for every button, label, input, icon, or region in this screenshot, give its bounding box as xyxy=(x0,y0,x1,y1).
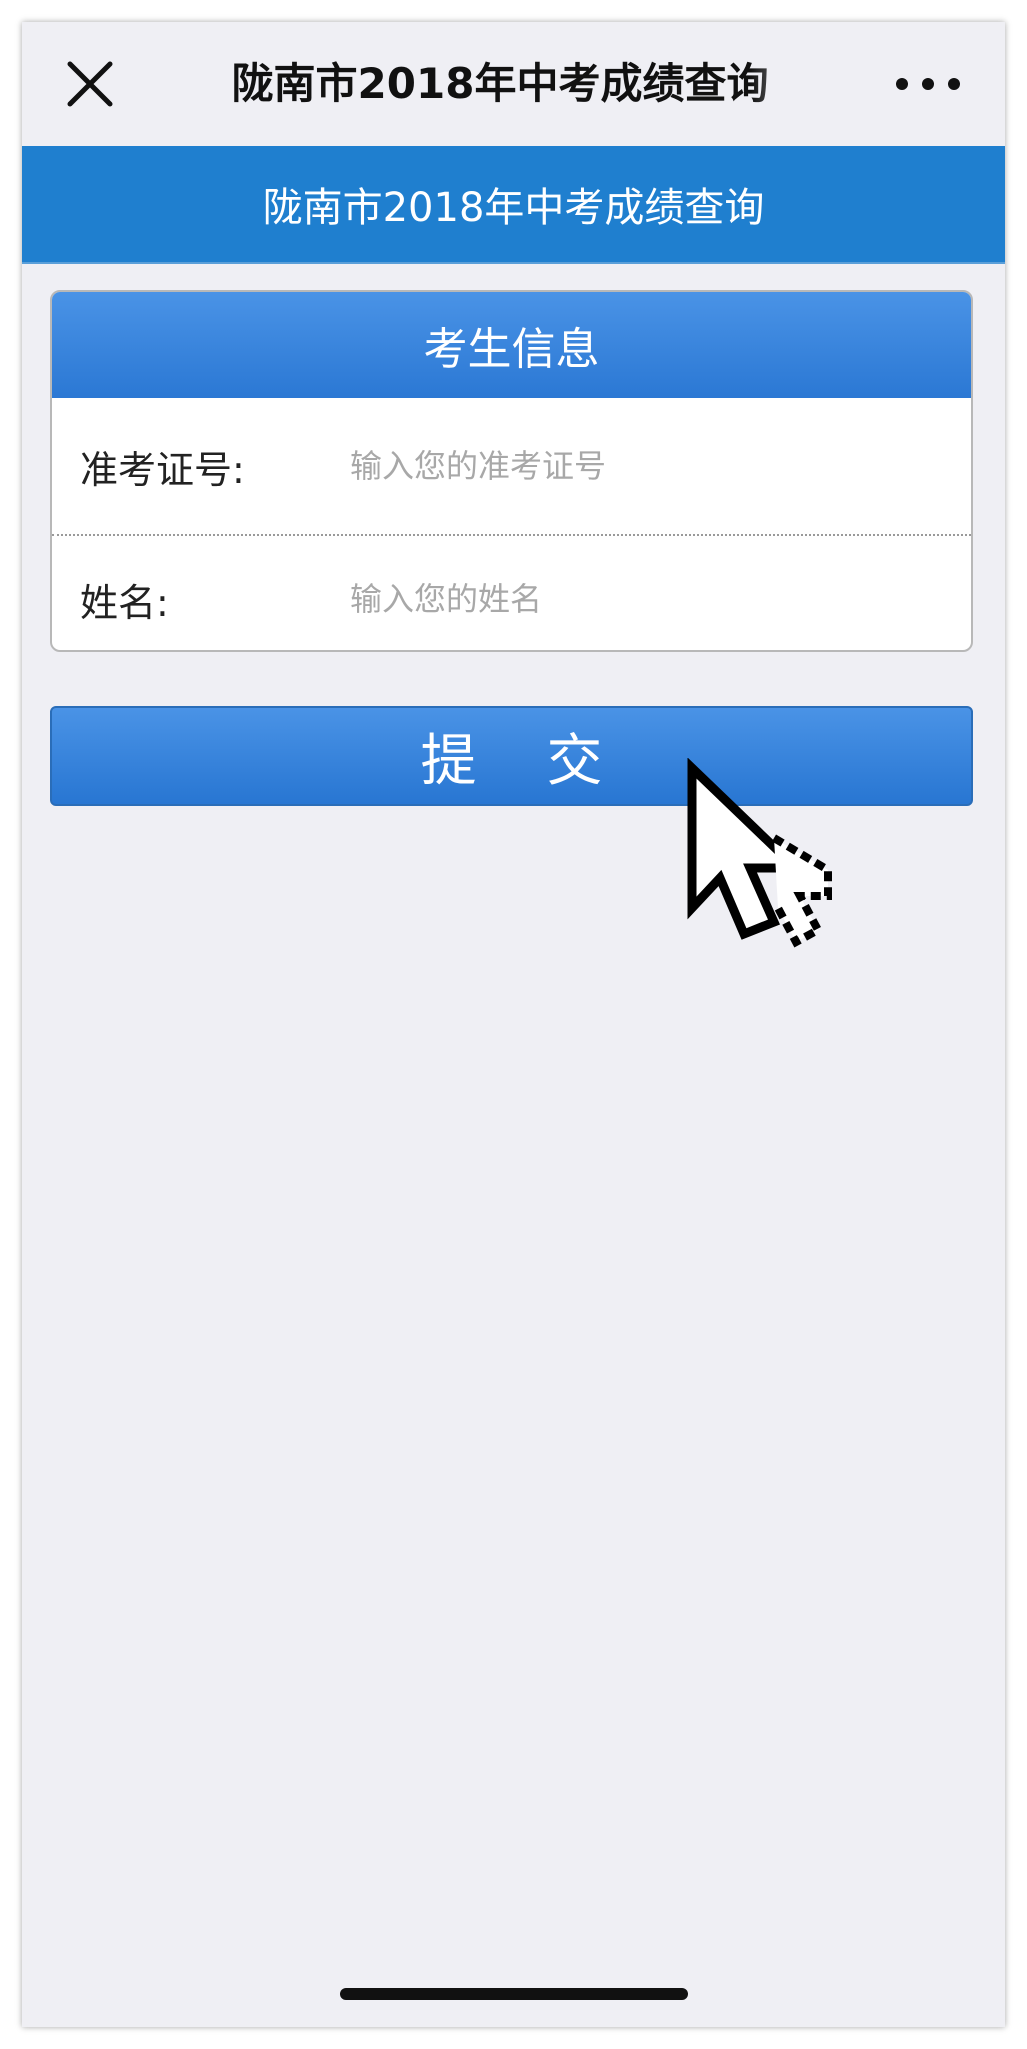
page-banner: 陇南市2018年中考成绩查询 xyxy=(22,146,1005,264)
exam-number-label: 准考证号: xyxy=(80,447,245,492)
phone-screen: 陇南市2018年中考成绩查询 陇南市2018年中考成绩查询 考生信息 准考证号:… xyxy=(22,22,1005,2027)
nav-bar: 陇南市2018年中考成绩查询 xyxy=(22,22,1005,144)
more-dots-icon xyxy=(896,78,960,90)
more-button[interactable] xyxy=(892,68,964,100)
nav-title: 陇南市2018年中考成绩查询 xyxy=(231,59,769,108)
pointer-cursor-icon xyxy=(687,758,832,948)
name-label: 姓名: xyxy=(80,580,169,625)
panel-header: 考生信息 xyxy=(52,292,971,398)
close-button[interactable] xyxy=(64,58,116,110)
exam-number-input[interactable] xyxy=(350,436,940,496)
student-info-panel: 考生信息 准考证号: 姓名: xyxy=(50,290,973,652)
name-row: 姓名: xyxy=(52,536,971,650)
home-indicator[interactable] xyxy=(340,1988,688,2000)
exam-number-row: 准考证号: xyxy=(52,398,971,536)
name-input[interactable] xyxy=(350,569,940,629)
close-icon xyxy=(67,61,113,107)
